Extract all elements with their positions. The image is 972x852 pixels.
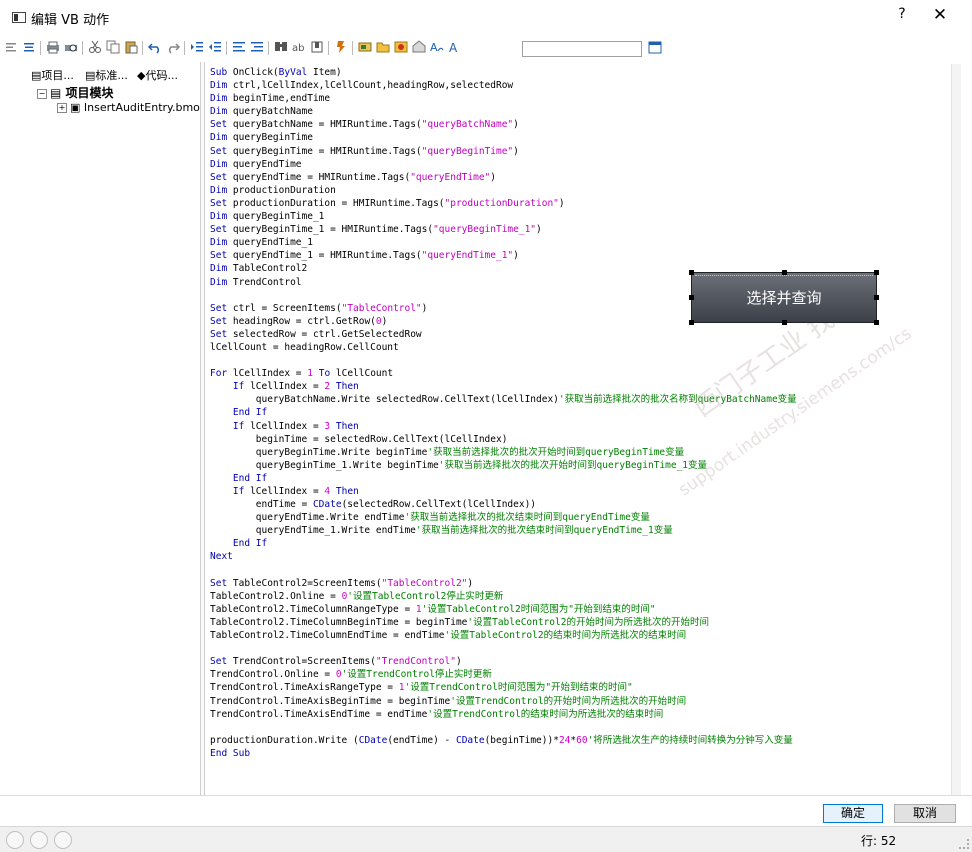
window-title: 编辑 VB 动作	[31, 13, 110, 28]
replace-icon[interactable]: ab	[292, 40, 306, 54]
row-indicator: 行: 52	[861, 834, 897, 848]
project-tab-icon: ▤	[31, 69, 42, 82]
toolbar-separator	[328, 41, 329, 55]
tab-project[interactable]: ▤项目...	[31, 67, 81, 85]
code-editor[interactable]: Sub OnClick(ByVal Item) Dim ctrl,lCellIn…	[205, 64, 961, 795]
cut-icon[interactable]	[88, 40, 102, 54]
tree-item-project-module[interactable]: − ▤ 项目模块	[37, 84, 114, 101]
resize-handle[interactable]	[782, 270, 787, 275]
resize-handle[interactable]	[874, 270, 879, 275]
tab-code[interactable]: ◆代码...	[137, 67, 189, 85]
resize-grip-icon[interactable]	[959, 839, 969, 849]
ok-button[interactable]: 确定	[823, 804, 883, 823]
editor-scrollbar[interactable]	[951, 64, 961, 795]
add-icon[interactable]	[394, 40, 408, 54]
print-icon[interactable]	[46, 40, 60, 54]
tree-child-label: InsertAuditEntry.bmo	[83, 101, 200, 114]
tree-item-module-file[interactable]: + ▣ InsertAuditEntry.bmo	[57, 101, 200, 114]
resize-handle[interactable]	[689, 270, 694, 275]
view-icon[interactable]	[30, 831, 48, 849]
folder-icon: ▤	[50, 86, 66, 100]
tab-code-label: 代码...	[145, 69, 178, 82]
font-color-icon[interactable]: A	[430, 40, 444, 54]
indent-icon[interactable]	[190, 40, 204, 54]
standard-tab-icon: ▤	[85, 69, 96, 82]
align-left-icon[interactable]	[4, 40, 18, 54]
help-button[interactable]: ?	[893, 6, 911, 22]
toolbar-separator	[352, 41, 353, 55]
tab-standard-label: 标准...	[95, 69, 128, 82]
tag-icon[interactable]	[358, 40, 372, 54]
resize-handle[interactable]	[689, 320, 694, 325]
svg-text:A: A	[449, 41, 458, 54]
minus-icon[interactable]	[54, 831, 72, 849]
toolbar-separator	[184, 41, 185, 55]
folder-icon[interactable]	[376, 40, 390, 54]
toolbar-separator	[268, 41, 269, 55]
calendar-icon[interactable]	[648, 40, 662, 54]
outdent-icon[interactable]	[208, 40, 222, 54]
uncomment-icon[interactable]	[250, 40, 264, 54]
expand-icon[interactable]: +	[57, 103, 67, 113]
status-bar: 行: 52	[0, 826, 972, 852]
footer-divider	[0, 795, 972, 796]
comment-icon[interactable]	[232, 40, 246, 54]
resize-handle[interactable]	[782, 320, 787, 325]
bookmark-icon[interactable]	[310, 40, 324, 54]
tab-project-label: 项目...	[41, 69, 74, 82]
svg-text:A: A	[430, 41, 438, 54]
close-button[interactable]: ✕	[931, 5, 949, 25]
app-icon	[12, 12, 26, 23]
overlay-query-button[interactable]: 选择并查询	[689, 270, 879, 325]
resize-handle[interactable]	[874, 320, 879, 325]
module-file-icon: ▣	[70, 101, 84, 114]
align-center-icon[interactable]	[22, 40, 36, 54]
toolbar-separator	[82, 41, 83, 55]
title-bar: 编辑 VB 动作 ? ✕	[0, 0, 972, 32]
code-text[interactable]: Sub OnClick(ByVal Item) Dim ctrl,lCellIn…	[210, 66, 797, 760]
undo-icon[interactable]	[147, 40, 162, 54]
image-icon[interactable]	[412, 40, 426, 54]
cancel-button[interactable]: 取消	[894, 804, 956, 823]
toolbar-separator	[226, 41, 227, 55]
toolbar-search-input[interactable]	[522, 41, 642, 57]
toolbar: ab A A	[0, 37, 972, 59]
toolbar-separator	[40, 41, 41, 55]
zoom-icon[interactable]	[6, 831, 24, 849]
tab-standard[interactable]: ▤标准...	[85, 67, 133, 85]
resize-handle[interactable]	[689, 295, 694, 300]
overlay-query-button-label: 选择并查询	[746, 289, 822, 307]
toolbar-separator	[142, 41, 143, 55]
compile-icon[interactable]	[334, 40, 348, 54]
find-icon[interactable]	[274, 40, 288, 54]
tree-root-label: 项目模块	[65, 86, 114, 100]
copy-icon[interactable]	[106, 40, 120, 54]
paste-icon[interactable]	[124, 40, 138, 54]
font-icon[interactable]: A	[448, 40, 462, 55]
button-border-dots	[695, 275, 873, 278]
project-panel: ▤项目... ▤标准... ◆代码...	[31, 67, 200, 793]
svg-text:ab: ab	[292, 43, 304, 54]
resize-handle[interactable]	[874, 295, 879, 300]
redo-icon[interactable]	[166, 40, 181, 54]
print-preview-icon[interactable]	[64, 40, 78, 54]
collapse-icon[interactable]: −	[37, 88, 47, 99]
